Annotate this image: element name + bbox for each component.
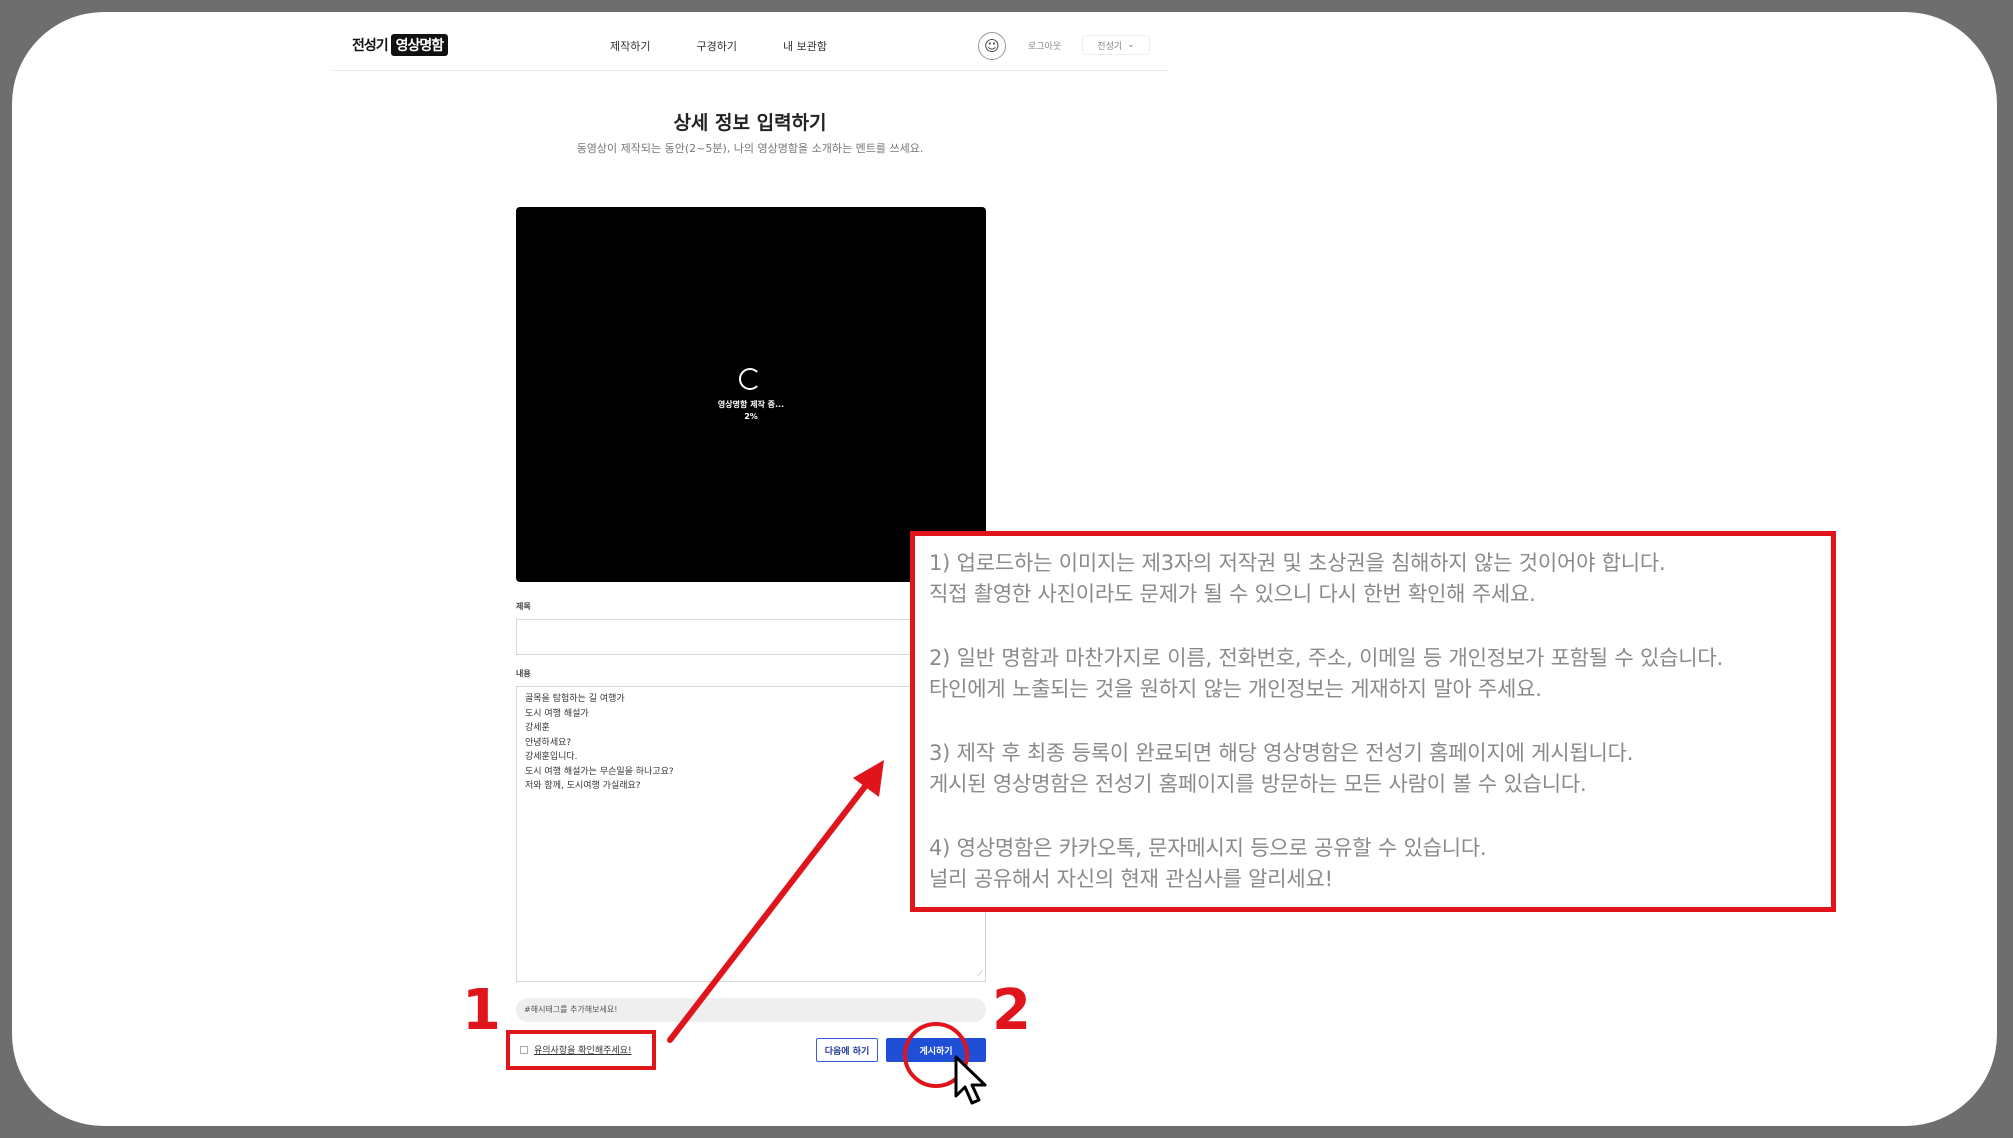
callout-line: 4) 영상명함은 카카오톡, 문자메시지 등으로 공유할 수 있습니다. (929, 836, 1487, 860)
callout-spacer (929, 610, 1817, 643)
mouse-pointer-icon (954, 1055, 987, 1105)
user-menu-dropdown[interactable]: 전성기 ⌄ (1082, 35, 1150, 55)
callout-line: 3) 제작 후 최종 등록이 완료되면 해당 영상명함은 전성기 홈페이지에 게… (929, 741, 1634, 765)
callout-line: 직접 촬영한 사진이라도 문제가 될 수 있으니 다시 한번 확인해 주세요. (929, 582, 1536, 606)
callout-line: 2) 일반 명함과 마찬가지로 이름, 전화번호, 주소, 이메일 등 개인정보… (929, 646, 1723, 670)
callout-spacer (929, 800, 1817, 833)
step-marker-2: 2 (992, 978, 1031, 1043)
loading-spinner-icon (739, 368, 761, 390)
callout-spacer (929, 705, 1817, 738)
video-loading-status: 영상명함 제작 중... 2% (516, 399, 986, 423)
callout-line: 널리 공유해서 자신의 현재 관심사를 알리세요! (929, 867, 1333, 891)
step-marker-1: 1 (462, 978, 501, 1043)
site-logo[interactable]: 전성기 영상명함 (352, 34, 449, 56)
nav-create[interactable]: 제작하기 (610, 38, 650, 54)
loading-progress: 2% (744, 412, 758, 421)
logo-text-primary: 전성기 (352, 38, 389, 54)
nav-my-storage[interactable]: 내 보관함 (783, 38, 827, 54)
nav-browse[interactable]: 구경하기 (696, 38, 736, 54)
video-preview: 영상명함 제작 중... 2% (516, 207, 986, 582)
highlight-box-notice (506, 1030, 656, 1070)
hashtag-input[interactable]: #해시태그를 추가해보세요! (516, 998, 986, 1022)
notice-callout: 1) 업로드하는 이미지는 제3자의 저작권 및 초상권을 침해하지 않는 것이… (910, 531, 1836, 912)
user-name: 전성기 (1097, 41, 1123, 52)
site-header: 전성기 영상명함 제작하기 구경하기 내 보관함 ☺ 로그아웃 전성기 ⌄ (332, 28, 1168, 71)
callout-line: 1) 업로드하는 이미지는 제3자의 저작권 및 초상권을 침해하지 않는 것이… (929, 551, 1666, 575)
callout-line: 타인에게 노출되는 것을 원하지 않는 개인정보는 게재하지 말아 주세요. (929, 677, 1542, 701)
main-nav: 제작하기 구경하기 내 보관함 (610, 38, 873, 54)
chevron-down-icon: ⌄ (1127, 40, 1135, 50)
later-button[interactable]: 다음에 하기 (816, 1038, 878, 1062)
logo-text-badge: 영상명함 (390, 34, 449, 56)
page-subtitle: 동영상이 제작되는 동안(2~5분), 나의 영상명함을 소개하는 멘트를 쓰세… (576, 142, 924, 155)
logout-link[interactable]: 로그아웃 (1028, 39, 1061, 52)
resize-handle-icon[interactable]: ⟋ (977, 969, 983, 979)
callout-line: 게시된 영상명함은 전성기 홈페이지를 방문하는 모든 사람이 볼 수 있습니다… (929, 772, 1587, 796)
page-title: 상세 정보 입력하기 (673, 112, 827, 134)
content-label: 내용 (516, 669, 531, 678)
smiley-face-icon[interactable]: ☺ (978, 32, 1006, 60)
title-label: 제목 (516, 602, 531, 611)
loading-message: 영상명함 제작 중... (717, 400, 785, 409)
